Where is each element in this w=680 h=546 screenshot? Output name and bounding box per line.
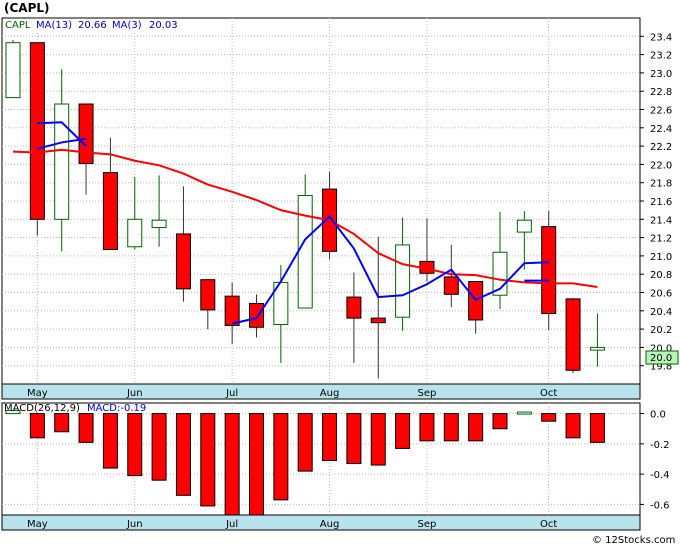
macd-bar-negative <box>443 413 459 442</box>
macd-bar-negative <box>54 413 70 433</box>
macd-y-tick-label: -0.4 <box>650 470 670 481</box>
candle-body-down <box>175 233 191 290</box>
macd-y-tick-label: 0.0 <box>650 410 666 421</box>
macd-legend: MACD(26,12,9) MACD:-0.19 <box>4 403 146 414</box>
price-legend: CAPL MA(13) 20.66 MA(3) 20.03 <box>3 19 181 31</box>
price-y-tick-label: 21.0 <box>650 252 672 263</box>
candle-body-down <box>78 103 94 164</box>
macd-bar-negative <box>127 413 143 477</box>
macd-month-label: May <box>27 519 48 530</box>
price-y-tick-label: 22.8 <box>650 87 672 98</box>
legend-ma13-value: 20.66 <box>78 20 107 31</box>
macd-month-label: Aug <box>320 519 340 530</box>
price-y-tick-label: 21.2 <box>650 234 672 245</box>
candle-body-down <box>346 296 362 319</box>
price-month-label: Jun <box>126 388 143 399</box>
watermark: © 12Stocks.com <box>592 535 675 546</box>
macd-y-axis: 0.0 -0.2 -0.4 -0.6 <box>640 410 670 511</box>
macd-bar-negative <box>395 413 411 449</box>
price-y-tick-label: 20.4 <box>650 307 672 318</box>
price-y-tick-label: 22.0 <box>650 160 672 171</box>
macd-panel: 0.0 -0.2 -0.4 -0.6 May Jun Jul Aug Sep Oct MACD(… <box>1 402 670 531</box>
macd-legend-label: MACD(26,12,9) <box>4 403 80 414</box>
macd-month-label: Sep <box>418 519 437 530</box>
candle-body-down <box>224 295 240 326</box>
macd-bar-negative <box>102 413 118 469</box>
macd-y-tick-label: -0.6 <box>650 500 670 511</box>
price-month-label: Sep <box>418 388 437 399</box>
macd-bar-negative <box>297 413 313 472</box>
macd-legend-value: MACD:-0.19 <box>87 403 146 414</box>
macd-bar-negative <box>468 413 484 442</box>
macd-bar-negative <box>29 413 45 439</box>
candle-body-up <box>297 195 313 309</box>
macd-bar-negative <box>200 413 216 507</box>
last-price-label: 20.0 <box>650 353 672 364</box>
macd-month-label: Oct <box>540 519 557 530</box>
price-y-tick-label: 21.6 <box>650 197 672 208</box>
price-y-axis: 23.4 23.2 23.0 22.8 22.6 22.4 22.2 22.0 21.8 21.6… <box>640 32 672 373</box>
stock-chart: (CAPL) 23.423.223.022.822.622.422.222.02… <box>1 1 679 546</box>
price-month-label: Aug <box>320 388 340 399</box>
legend-ma3-label: MA(3) <box>112 20 142 31</box>
candle-body-down <box>29 42 45 220</box>
candle-body-down <box>102 172 118 250</box>
price-y-tick-label: 23.4 <box>650 32 672 43</box>
price-y-tick-label: 21.4 <box>650 215 672 226</box>
macd-bar-negative <box>224 413 240 516</box>
chart-title: (CAPL) <box>4 1 50 15</box>
price-y-tick-label: 20.8 <box>650 270 672 281</box>
price-y-tick-label: 23.2 <box>650 51 672 62</box>
macd-month-label: Jul <box>225 519 238 530</box>
legend-ticker: CAPL <box>5 20 31 31</box>
last-price-marker: 20.0 <box>645 350 679 365</box>
candle-body-up <box>54 103 70 220</box>
candle-body-up <box>5 42 21 99</box>
price-month-label: Oct <box>540 388 557 399</box>
candle-body-down <box>370 317 386 324</box>
candle-body-up <box>151 219 167 229</box>
macd-month-label: Jun <box>126 519 143 530</box>
price-y-tick-label: 22.6 <box>650 106 672 117</box>
candle-body-up <box>589 346 605 351</box>
candle-body-down <box>541 226 557 315</box>
macd-bar-negative <box>249 413 264 516</box>
candle-body-down <box>249 302 264 328</box>
price-y-tick-label: 23.0 <box>650 69 672 80</box>
candle-body-down <box>443 276 459 295</box>
candle-body-down <box>200 279 216 311</box>
price-panel: 23.4 23.2 23.0 22.8 22.6 22.4 22.2 22.0 21.8 21.6… <box>1 17 679 400</box>
candle-body-down <box>565 298 581 371</box>
price-month-label: May <box>27 388 48 399</box>
price-y-tick-label: 20.6 <box>650 289 672 300</box>
macd-bar-negative <box>175 413 191 496</box>
candle-body-up <box>127 218 143 248</box>
macd-bar-positive <box>516 411 532 415</box>
price-y-tick-label: 22.2 <box>650 142 672 153</box>
legend-ma13-label: MA(13) <box>36 20 72 31</box>
macd-bar-negative <box>151 413 167 481</box>
price-y-tick-label: 20.2 <box>650 325 672 336</box>
macd-bar-negative <box>492 413 508 430</box>
legend-ma3-value: 20.03 <box>149 20 178 31</box>
macd-bar-negative <box>78 413 94 443</box>
macd-bar-negative <box>273 413 289 501</box>
macd-bar-negative <box>541 413 557 422</box>
candle-body-up <box>395 244 411 318</box>
macd-bar-negative <box>370 413 386 466</box>
candle-body-up <box>516 219 532 233</box>
macd-bar-negative <box>419 413 435 442</box>
macd-bar-negative <box>346 413 362 465</box>
macd-bar-negative <box>322 413 338 462</box>
price-month-label: Jul <box>225 388 238 399</box>
macd-y-tick-label: -0.2 <box>650 440 670 451</box>
macd-bar-negative <box>565 413 581 439</box>
macd-bar-negative <box>589 413 605 443</box>
price-y-tick-label: 22.4 <box>650 124 672 135</box>
price-y-tick-label: 21.8 <box>650 179 672 190</box>
